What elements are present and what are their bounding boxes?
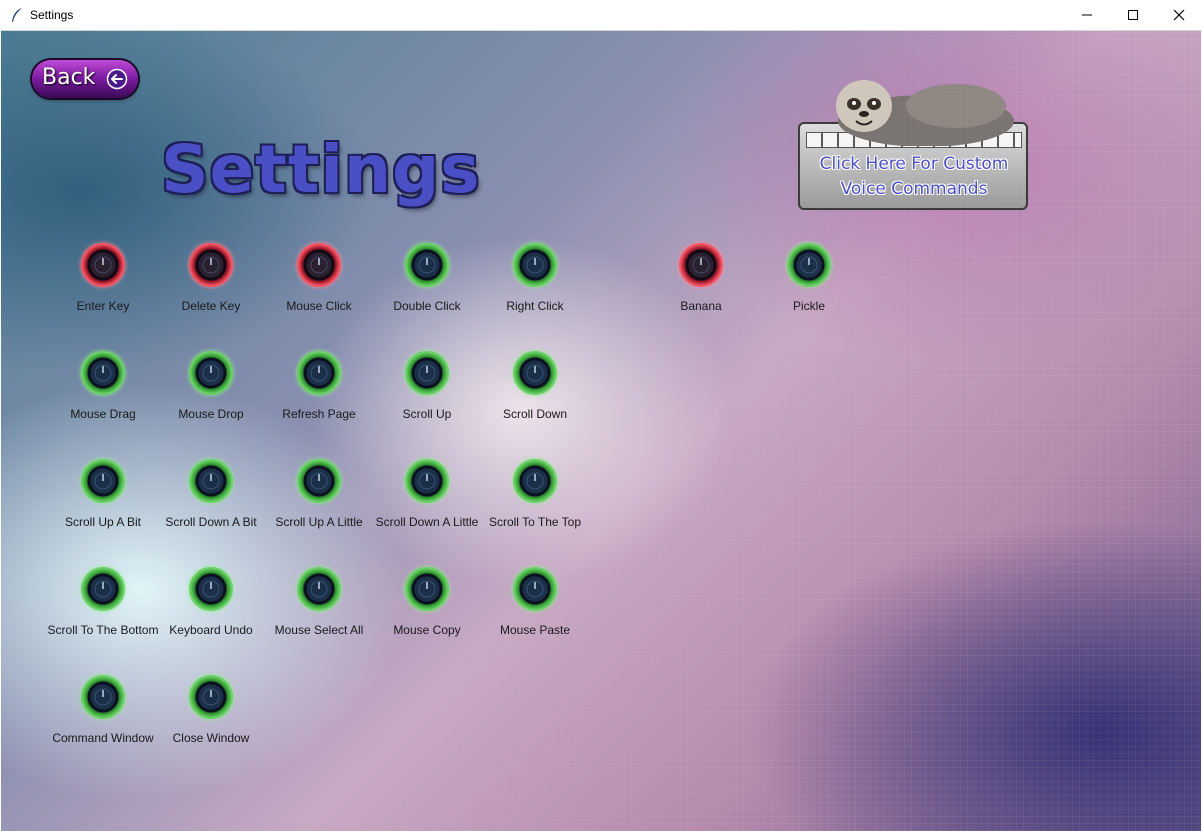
close-button[interactable] [1156, 0, 1202, 30]
command-toggle-command-window: Command Window [43, 675, 163, 755]
maximize-button[interactable] [1110, 0, 1156, 30]
title-bar: Settings [0, 0, 1202, 31]
command-label: Command Window [52, 731, 154, 745]
power-knob-icon[interactable] [405, 243, 449, 287]
command-toggle-scroll-up-a-bit: Scroll Up A Bit [43, 459, 163, 539]
command-toggle-delete-key: Delete Key [151, 243, 271, 323]
power-knob-icon[interactable] [297, 243, 341, 287]
power-knob-icon[interactable] [189, 351, 233, 395]
command-label: Close Window [172, 731, 250, 745]
command-label: Mouse Drop [178, 407, 244, 421]
minimize-icon [1082, 14, 1092, 16]
command-toggle-scroll-down-a-little: Scroll Down A Little [367, 459, 487, 539]
power-knob-icon[interactable] [787, 243, 831, 287]
command-toggle-scroll-down-a-bit: Scroll Down A Bit [151, 459, 271, 539]
settings-panel: Back Settings Click Here For Custom Voic… [1, 31, 1201, 831]
command-label: Scroll Up [402, 407, 452, 421]
power-knob-icon[interactable] [189, 459, 233, 503]
power-knob-icon[interactable] [81, 351, 125, 395]
command-toggle-mouse-copy: Mouse Copy [367, 567, 487, 647]
power-knob-icon[interactable] [189, 675, 233, 719]
command-toggle-double-click: Double Click [367, 243, 487, 323]
command-label: Mouse Click [286, 299, 352, 313]
back-button[interactable]: Back [32, 60, 138, 98]
command-toggle-mouse-drag: Mouse Drag [43, 351, 163, 431]
command-label: Delete Key [181, 299, 241, 313]
command-label: Scroll Up A Bit [64, 515, 142, 529]
command-toggle-refresh-page: Refresh Page [259, 351, 379, 431]
custom-voice-commands-label: Click Here For Custom Voice Commands [819, 154, 1009, 199]
window-title: Settings [30, 8, 74, 22]
command-label: Mouse Drag [70, 407, 136, 421]
power-knob-icon[interactable] [405, 351, 449, 395]
command-label: Refresh Page [282, 407, 356, 421]
command-toggle-scroll-to-the-bottom: Scroll To The Bottom [43, 567, 163, 647]
command-label: Banana [680, 299, 722, 313]
power-knob-icon[interactable] [513, 243, 557, 287]
close-icon [1173, 9, 1185, 21]
sloth-icon [836, 80, 1014, 146]
command-label: Mouse Select All [274, 623, 364, 637]
command-toggle-mouse-paste: Mouse Paste [475, 567, 595, 647]
back-button-label: Back [42, 65, 96, 90]
page-heading: Settings [161, 131, 481, 208]
power-knob-icon[interactable] [81, 243, 125, 287]
power-knob-icon[interactable] [297, 459, 341, 503]
command-label: Scroll To The Top [488, 515, 582, 529]
power-knob-icon[interactable] [81, 675, 125, 719]
power-knob-icon[interactable] [405, 459, 449, 503]
command-label: Keyboard Undo [169, 623, 253, 637]
command-toggle-enter-key: Enter Key [43, 243, 163, 323]
custom-voice-commands-button[interactable]: Click Here For Custom Voice Commands [796, 66, 1032, 214]
power-knob-icon[interactable] [189, 567, 233, 611]
power-knob-icon[interactable] [297, 567, 341, 611]
power-knob-icon[interactable] [405, 567, 449, 611]
command-label: Scroll Down [502, 407, 568, 421]
power-knob-icon[interactable] [297, 351, 341, 395]
command-toggle-mouse-drop: Mouse Drop [151, 351, 271, 431]
command-toggle-scroll-to-the-top: Scroll To The Top [475, 459, 595, 539]
power-knob-icon[interactable] [189, 243, 233, 287]
power-knob-icon[interactable] [513, 459, 557, 503]
command-toggle-mouse-click: Mouse Click [259, 243, 379, 323]
power-knob-icon[interactable] [81, 459, 125, 503]
command-label: Double Click [393, 299, 461, 313]
maximize-icon [1128, 10, 1138, 20]
command-toggle-scroll-up: Scroll Up [367, 351, 487, 431]
command-label: Mouse Copy [393, 623, 461, 637]
command-toggle-scroll-down: Scroll Down [475, 351, 595, 431]
command-toggle-mouse-select-all: Mouse Select All [259, 567, 379, 647]
command-toggle-pickle: Pickle [749, 243, 869, 323]
command-label: Scroll Up A Little [275, 515, 363, 529]
command-label: Pickle [792, 299, 825, 313]
command-label: Mouse Paste [499, 623, 571, 637]
power-knob-icon[interactable] [679, 243, 723, 287]
command-label: Enter Key [76, 299, 130, 313]
command-label: Right Click [506, 299, 564, 313]
power-knob-icon[interactable] [81, 567, 125, 611]
command-toggle-keyboard-undo: Keyboard Undo [151, 567, 271, 647]
command-label: Scroll Down A Little [375, 515, 479, 529]
command-label: Scroll Down A Bit [165, 515, 257, 529]
command-toggle-close-window: Close Window [151, 675, 271, 755]
feather-icon [12, 8, 22, 22]
minimize-button[interactable] [1064, 0, 1110, 30]
command-toggle-scroll-up-a-little: Scroll Up A Little [259, 459, 379, 539]
command-toggle-banana: Banana [641, 243, 761, 323]
back-arrow-icon [106, 68, 128, 90]
command-toggle-right-click: Right Click [475, 243, 595, 323]
power-knob-icon[interactable] [513, 567, 557, 611]
command-label: Scroll To The Bottom [47, 623, 159, 637]
power-knob-icon[interactable] [513, 351, 557, 395]
